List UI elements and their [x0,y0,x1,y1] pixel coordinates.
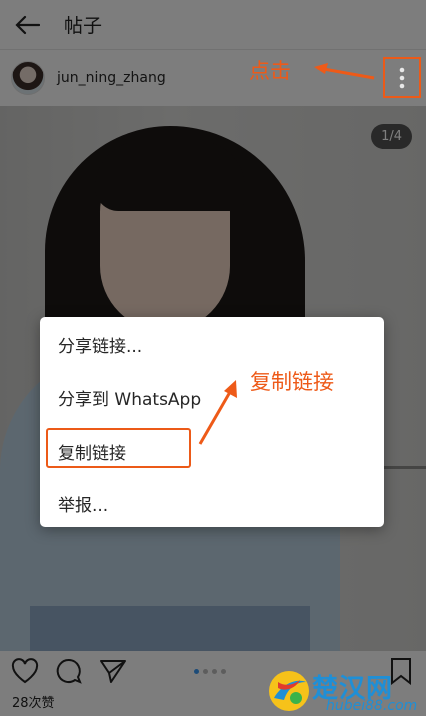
watermark-logo-icon [269,671,309,711]
menu-item-copy-link[interactable]: 复制链接 [58,439,126,464]
more-vertical-icon [399,67,405,88]
annotation-click: 点击 [249,59,291,83]
annotation-copy-link: 复制链接 [250,370,334,394]
watermark-url: hubei88.com [326,698,418,714]
watermark: 楚汉网 hubei88.com [264,668,426,716]
menu-item-report[interactable]: 举报... [58,491,108,516]
post-screen: 帖子 jun_ning_zhang 1/4 [0,0,426,716]
menu-item-share-whatsapp[interactable]: 分享到 WhatsApp [58,385,201,410]
more-options-button[interactable] [383,57,421,98]
annotation-arrow-icon [314,63,375,80]
menu-item-share-link[interactable]: 分享链接... [58,332,142,357]
annotation-arrow-icon [198,380,237,445]
